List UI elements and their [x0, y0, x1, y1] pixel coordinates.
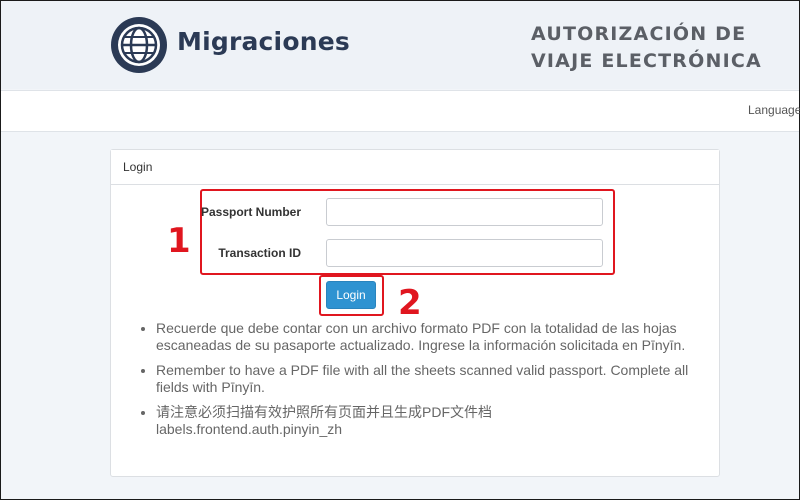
page-heading: AUTORIZACIÓN DE VIAJE ELECTRÓNICA [531, 21, 762, 75]
annotation-marker-1: 1 [167, 221, 191, 261]
transaction-id-label: Transaction ID [218, 246, 301, 260]
annotation-marker-2: 2 [398, 283, 422, 323]
transaction-id-input[interactable] [326, 239, 603, 267]
site-header: Migraciones AUTORIZACIÓN DE VIAJE ELECTR… [1, 1, 799, 89]
instruction-text: 请注意必须扫描有效护照所有页面并且生成PDF文件档 [156, 404, 492, 420]
top-navbar: Language [1, 90, 800, 132]
instruction-subtext: labels.frontend.auth.pinyin_zh [156, 420, 343, 437]
instruction-text: Remember to have a PDF file with all the… [156, 362, 689, 395]
page-heading-line2: VIAJE ELECTRÓNICA [531, 50, 762, 72]
language-menu[interactable]: Language [748, 103, 800, 117]
login-button[interactable]: Login [326, 281, 376, 309]
page-heading-line1: AUTORIZACIÓN DE [531, 23, 747, 45]
instructions-list: Recuerde que debe contar con un archivo … [142, 320, 716, 446]
brand-name: Migraciones [177, 27, 350, 56]
passport-number-input[interactable] [326, 198, 603, 226]
instruction-text: Recuerde que debe contar con un archivo … [156, 320, 686, 353]
instruction-item-spanish: Recuerde que debe contar con un archivo … [156, 320, 716, 353]
passport-number-label: Passport Number [200, 205, 301, 219]
login-card-title: Login [111, 150, 719, 185]
instruction-item-chinese: 请注意必须扫描有效护照所有页面并且生成PDF文件档 labels.fronten… [156, 404, 716, 437]
instruction-item-english: Remember to have a PDF file with all the… [156, 362, 716, 395]
globe-logo-icon [111, 17, 167, 73]
